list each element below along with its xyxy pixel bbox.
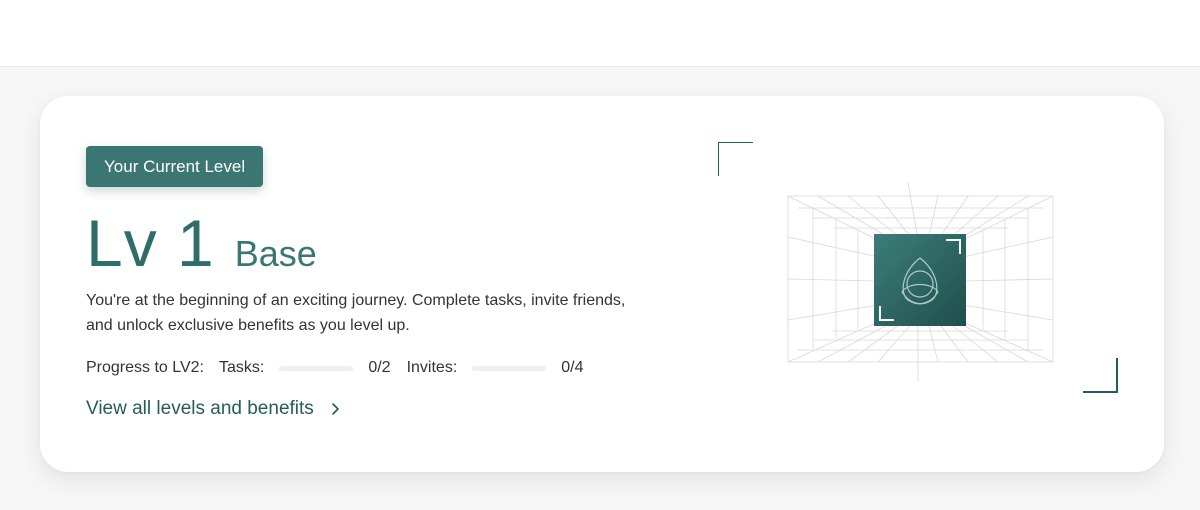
top-bar xyxy=(0,0,1200,67)
chevron-right-icon xyxy=(331,403,339,415)
level-name: Base xyxy=(234,233,317,274)
view-all-levels-label: View all levels and benefits xyxy=(86,398,314,419)
level-illustration xyxy=(718,142,1118,393)
invites-label: Invites: xyxy=(406,359,458,376)
view-all-levels-link[interactable]: View all levels and benefits xyxy=(86,396,342,422)
invites-count: 0/4 xyxy=(561,359,584,376)
tasks-count: 0/2 xyxy=(368,359,391,376)
frame-corner-top-left xyxy=(718,142,753,176)
level-card: Your Current Level Lv 1 Base You're at t… xyxy=(40,96,1164,472)
invites-progress-bar xyxy=(472,365,547,371)
level-emblem xyxy=(874,234,966,326)
level-heading: Lv 1 Base xyxy=(86,208,317,278)
progress-label: Progress to LV2: xyxy=(86,359,204,376)
tasks-progress-bar xyxy=(279,365,354,371)
level-description: You're at the beginning of an exciting j… xyxy=(86,292,626,334)
progress-row: Progress to LV2: Tasks: 0/2 Invites: 0/4 xyxy=(86,357,600,379)
level-number: Lv 1 xyxy=(86,206,215,280)
current-level-badge: Your Current Level xyxy=(86,146,264,187)
frame-corner-bottom-right xyxy=(1083,358,1118,393)
tasks-label: Tasks: xyxy=(218,359,265,376)
